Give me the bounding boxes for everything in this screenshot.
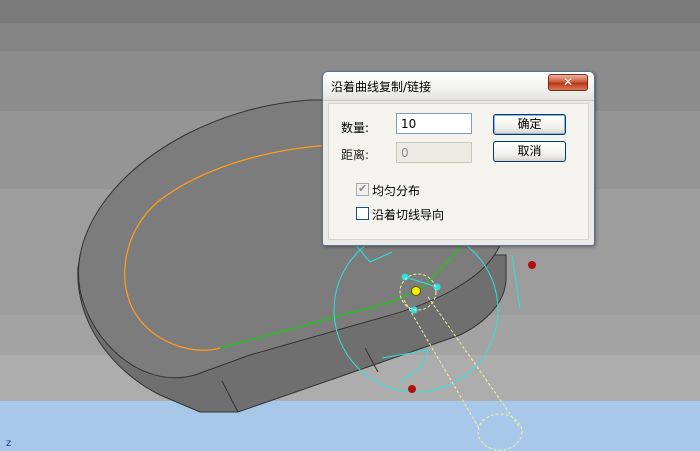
follow-tangent-label: 沿着切线导向 [372, 208, 445, 222]
close-icon: ✕ [562, 75, 574, 89]
distance-label: 距离: [341, 148, 370, 162]
distance-input [396, 142, 472, 163]
dialog-body: 数量: 距离: 确定 取消 ✔ 均匀分布 沿着切线导向 [328, 103, 589, 240]
cancel-button[interactable]: 取消 [493, 141, 566, 162]
axis-label: z [6, 438, 12, 449]
dialog-titlebar[interactable]: 沿着曲线复制/链接 ✕ [323, 72, 594, 101]
even-distribution-label: 均匀分布 [372, 184, 421, 198]
count-input[interactable] [396, 113, 472, 134]
copy-along-curve-dialog: 沿着曲线复制/链接 ✕ 数量: 距离: 确定 取消 ✔ 均匀分布 沿着切线导向 [322, 71, 595, 246]
checkmark-icon: ✔ [358, 182, 368, 195]
ok-button[interactable]: 确定 [493, 114, 566, 135]
follow-tangent-checkbox[interactable] [356, 207, 369, 220]
even-distribution-checkbox[interactable]: ✔ [356, 182, 369, 196]
count-label: 数量: [341, 121, 370, 135]
dialog-title: 沿着曲线复制/链接 [331, 80, 432, 94]
close-button[interactable]: ✕ [548, 74, 588, 91]
ground-plane [0, 401, 700, 451]
